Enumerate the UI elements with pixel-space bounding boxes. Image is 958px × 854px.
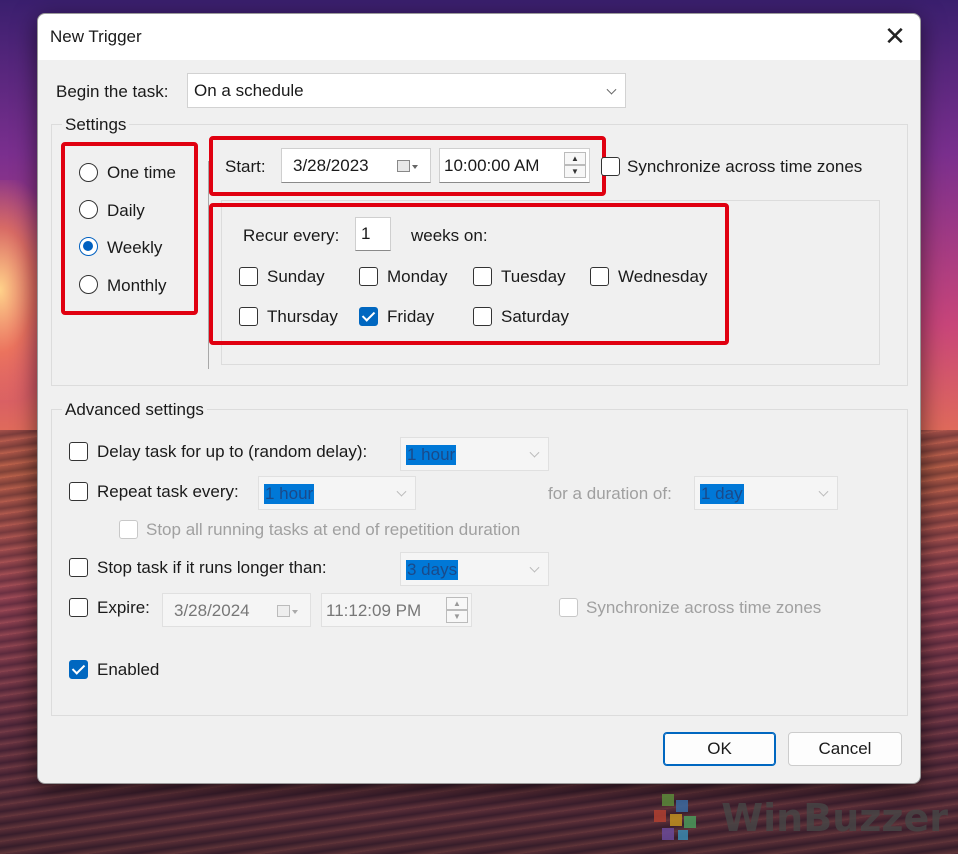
- delay-task-checkbox[interactable]: [69, 442, 88, 461]
- stop-running-tasks-label: Stop all running tasks at end of repetit…: [146, 520, 521, 539]
- stop-task-value: 3 days: [406, 560, 459, 580]
- dropdown-arrow-icon: [292, 610, 298, 614]
- begin-task-value: On a schedule: [194, 81, 304, 100]
- begin-task-label: Begin the task:: [56, 82, 169, 101]
- sync-timezones-label: Synchronize across time zones: [627, 157, 863, 176]
- ok-button[interactable]: OK: [663, 732, 776, 766]
- enabled-label: Enabled: [97, 660, 160, 679]
- repeat-dropdown[interactable]: 1 hour: [258, 476, 416, 510]
- highlight-start-box: [209, 136, 606, 196]
- expire-date-picker[interactable]: 3/28/2024: [162, 593, 311, 627]
- winbuzzer-logo-text: WinBuzzer: [721, 796, 948, 840]
- sync-timezones-checkbox[interactable]: [601, 157, 620, 176]
- expire-time-field[interactable]: 11:12:09 PM ▲ ▼: [321, 593, 472, 627]
- chevron-down-icon: [529, 447, 540, 458]
- delay-task-label: Delay task for up to (random delay):: [97, 442, 368, 461]
- expire-sync-label: Synchronize across time zones: [586, 598, 822, 617]
- close-button[interactable]: ✕: [878, 20, 912, 54]
- delay-value: 1 hour: [406, 445, 457, 465]
- expire-date-value: 3/28/2024: [174, 601, 250, 620]
- new-trigger-dialog: New Trigger ✕ Begin the task: On a sched…: [37, 13, 921, 784]
- chevron-down-icon: [818, 486, 829, 497]
- highlight-frequency-box: [61, 142, 198, 315]
- chevron-down-icon: [396, 486, 407, 497]
- spin-up-icon[interactable]: ▲: [446, 597, 468, 610]
- chevron-down-icon: [606, 84, 617, 95]
- duration-value: 1 day: [700, 484, 744, 504]
- stop-task-dropdown[interactable]: 3 days: [400, 552, 549, 586]
- spin-down-icon[interactable]: ▼: [446, 610, 468, 623]
- stop-task-longer-checkbox[interactable]: [69, 558, 88, 577]
- expire-checkbox[interactable]: [69, 598, 88, 617]
- stop-running-tasks-checkbox[interactable]: [119, 520, 138, 539]
- stop-task-longer-label: Stop task if it runs longer than:: [97, 558, 327, 577]
- winbuzzer-logo: WinBuzzer: [648, 792, 948, 842]
- enabled-checkbox[interactable]: [69, 660, 88, 679]
- highlight-recur-box: [209, 203, 729, 345]
- duration-dropdown[interactable]: 1 day: [694, 476, 838, 510]
- repeat-value: 1 hour: [264, 484, 315, 504]
- repeat-task-checkbox[interactable]: [69, 482, 88, 501]
- delay-dropdown[interactable]: 1 hour: [400, 437, 549, 471]
- settings-group-title: Settings: [62, 115, 130, 135]
- begin-task-dropdown[interactable]: On a schedule: [187, 73, 626, 108]
- cancel-button[interactable]: Cancel: [788, 732, 902, 766]
- title-bar: New Trigger ✕: [38, 14, 920, 60]
- winbuzzer-logo-mark-icon: [654, 794, 696, 840]
- close-icon: ✕: [884, 21, 906, 51]
- expire-sync-checkbox[interactable]: [559, 598, 578, 617]
- expire-time-value: 11:12:09 PM: [326, 601, 422, 620]
- advanced-settings-title: Advanced settings: [62, 400, 207, 420]
- calendar-icon: [277, 605, 290, 617]
- expire-label: Expire:: [97, 598, 150, 617]
- chevron-down-icon: [529, 562, 540, 573]
- dialog-title: New Trigger: [50, 27, 142, 46]
- repeat-task-label: Repeat task every:: [97, 482, 239, 501]
- duration-label: for a duration of:: [548, 484, 672, 503]
